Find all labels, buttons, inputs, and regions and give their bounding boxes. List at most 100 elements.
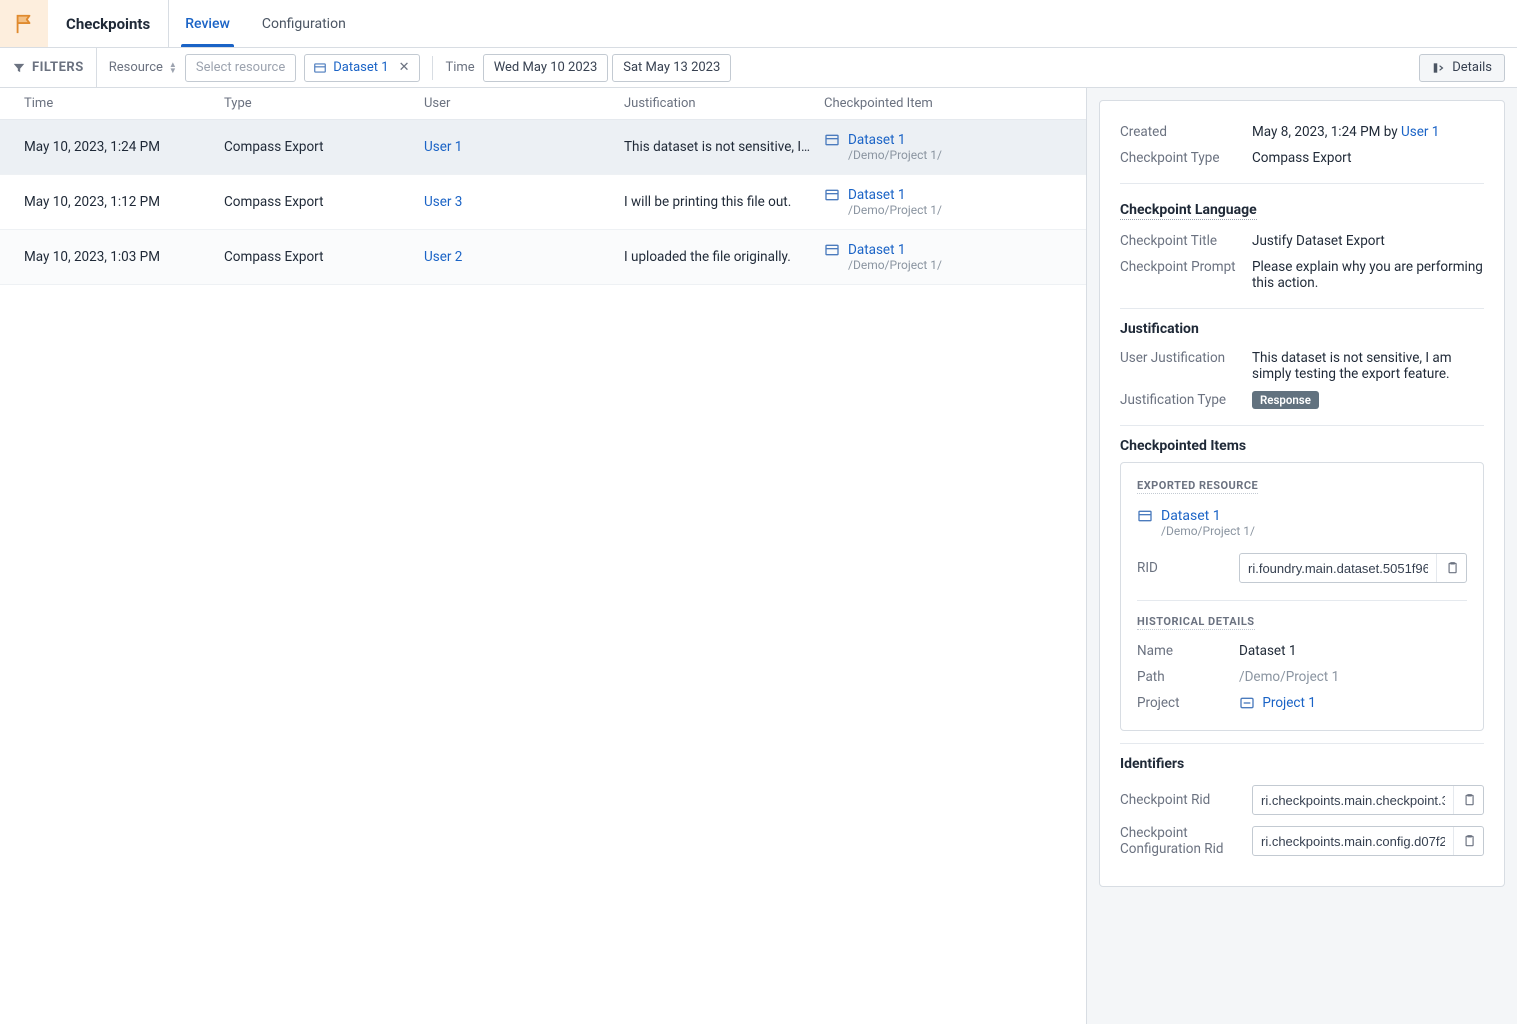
date-to-input[interactable]: Sat May 13 2023 <box>612 54 731 82</box>
details-button-label: Details <box>1452 60 1492 75</box>
resource-chip[interactable]: Dataset 1 ✕ <box>304 54 420 82</box>
filter-bar: FILTERS Resource ▲▼ Select resource Data… <box>0 48 1517 88</box>
copy-rid-button[interactable] <box>1436 554 1466 582</box>
cell-justification: This dataset is not sensitive, I a… <box>624 139 824 155</box>
identifiers-heading: Identifiers <box>1120 756 1484 772</box>
resource-label[interactable]: Resource ▲▼ <box>109 60 177 75</box>
item-path: /Demo/Project 1/ <box>848 148 942 162</box>
cell-item: Dataset 1/Demo/Project 1/ <box>824 132 1062 162</box>
items-heading: Checkpointed Items <box>1120 438 1484 454</box>
panel-icon <box>1432 61 1446 75</box>
clipboard-icon <box>1462 834 1476 848</box>
item-link[interactable]: Dataset 1 <box>848 242 942 258</box>
cell-item: Dataset 1/Demo/Project 1/ <box>824 187 1062 217</box>
clipboard-icon <box>1462 793 1476 807</box>
cell-type: Compass Export <box>224 194 424 210</box>
cell-user: User 2 <box>424 249 624 265</box>
filters-text: FILTERS <box>32 60 84 75</box>
project-label: Project <box>1137 695 1227 711</box>
cell-user: User 1 <box>424 139 624 155</box>
rid-input[interactable] <box>1240 561 1436 576</box>
resource-chip-name: Dataset 1 <box>333 60 388 75</box>
resource-filter: Resource ▲▼ Select resource Dataset 1 ✕ <box>109 54 421 82</box>
created-user-link[interactable]: User 1 <box>1401 124 1439 140</box>
prompt-value: Please explain why you are performing th… <box>1252 259 1484 291</box>
select-resource-input[interactable]: Select resource <box>185 54 296 82</box>
user-link[interactable]: User 1 <box>424 139 462 155</box>
user-justif-label: User Justification <box>1120 350 1240 366</box>
clipboard-icon <box>1445 561 1459 575</box>
item-link[interactable]: Dataset 1 <box>848 187 942 203</box>
separator <box>432 56 433 80</box>
table-row[interactable]: May 10, 2023, 1:03 PMCompass ExportUser … <box>0 230 1086 285</box>
main: Time Type User Justification Checkpointe… <box>0 88 1517 1024</box>
checkpoint-table: Time Type User Justification Checkpointe… <box>0 88 1087 1024</box>
col-user[interactable]: User <box>424 96 624 111</box>
cell-type: Compass Export <box>224 249 424 265</box>
cell-justification: I will be printing this file out. <box>624 194 824 210</box>
col-item[interactable]: Checkpointed Item <box>824 96 1062 111</box>
details-toggle-button[interactable]: Details <box>1419 54 1505 82</box>
col-type[interactable]: Type <box>224 96 424 111</box>
item-name-link[interactable]: Dataset 1 <box>1161 508 1255 524</box>
prompt-label: Checkpoint Prompt <box>1120 259 1240 275</box>
justif-type-badge: Response <box>1252 391 1319 409</box>
sort-icon: ▲▼ <box>169 62 177 74</box>
col-time[interactable]: Time <box>24 96 224 111</box>
filter-icon <box>12 61 26 75</box>
tab-configuration-label: Configuration <box>262 16 346 32</box>
header: Checkpoints Review Configuration <box>0 0 1517 48</box>
dataset-icon <box>824 132 840 148</box>
config-rid-field <box>1252 826 1484 856</box>
project-icon <box>1239 695 1255 711</box>
path-label: Path <box>1137 669 1227 685</box>
col-justification[interactable]: Justification <box>624 96 824 111</box>
checkpointed-items-box: EXPORTED RESOURCE Dataset 1 /Demo/Projec… <box>1120 462 1484 731</box>
dataset-icon <box>824 187 840 203</box>
dataset-icon <box>824 242 840 258</box>
user-link[interactable]: User 2 <box>424 249 462 265</box>
justif-type-label: Justification Type <box>1120 392 1240 408</box>
copy-config-rid-button[interactable] <box>1453 827 1483 855</box>
user-link[interactable]: User 3 <box>424 194 462 210</box>
item-link[interactable]: Dataset 1 <box>848 132 942 148</box>
exported-resource-label: EXPORTED RESOURCE <box>1137 479 1258 494</box>
tab-review[interactable]: Review <box>169 0 246 47</box>
filters-label: FILTERS <box>12 48 97 87</box>
config-rid-input[interactable] <box>1253 834 1453 849</box>
created-value: May 8, 2023, 1:24 PM by User 1 <box>1252 124 1484 140</box>
cell-time: May 10, 2023, 1:24 PM <box>24 139 224 155</box>
project-link[interactable]: Project 1 <box>1262 695 1315 711</box>
table-row[interactable]: May 10, 2023, 1:12 PMCompass ExportUser … <box>0 175 1086 230</box>
tab-review-label: Review <box>185 16 230 32</box>
copy-checkpoint-rid-button[interactable] <box>1453 786 1483 814</box>
item-path: /Demo/Project 1/ <box>848 203 942 217</box>
details-panel: Created May 8, 2023, 1:24 PM by User 1 C… <box>1087 88 1517 1024</box>
path-value: /Demo/Project 1 <box>1239 669 1467 685</box>
checkpoint-rid-field <box>1252 785 1484 815</box>
cell-type: Compass Export <box>224 139 424 155</box>
checkpoint-rid-input[interactable] <box>1253 793 1453 808</box>
rid-field <box>1239 553 1467 583</box>
item-path: /Demo/Project 1/ <box>1161 524 1255 538</box>
lang-heading: Checkpoint Language <box>1120 202 1257 220</box>
cell-user: User 3 <box>424 194 624 210</box>
type-label: Checkpoint Type <box>1120 150 1240 166</box>
rid-label: RID <box>1137 560 1227 576</box>
app-logo <box>0 0 48 47</box>
historical-details-label: HISTORICAL DETAILS <box>1137 615 1255 630</box>
app-title: Checkpoints <box>48 0 169 47</box>
date-from-input[interactable]: Wed May 10 2023 <box>483 54 609 82</box>
table-header: Time Type User Justification Checkpointe… <box>0 88 1086 120</box>
tabs: Review Configuration <box>169 0 362 47</box>
name-label: Name <box>1137 643 1227 659</box>
tab-configuration[interactable]: Configuration <box>246 0 362 47</box>
item-path: /Demo/Project 1/ <box>848 258 942 272</box>
title-label: Checkpoint Title <box>1120 233 1240 249</box>
cell-item: Dataset 1/Demo/Project 1/ <box>824 242 1062 272</box>
created-label: Created <box>1120 124 1240 140</box>
chip-remove-icon[interactable]: ✕ <box>395 58 414 77</box>
table-row[interactable]: May 10, 2023, 1:24 PMCompass ExportUser … <box>0 120 1086 175</box>
cell-time: May 10, 2023, 1:12 PM <box>24 194 224 210</box>
details-card: Created May 8, 2023, 1:24 PM by User 1 C… <box>1099 100 1505 887</box>
